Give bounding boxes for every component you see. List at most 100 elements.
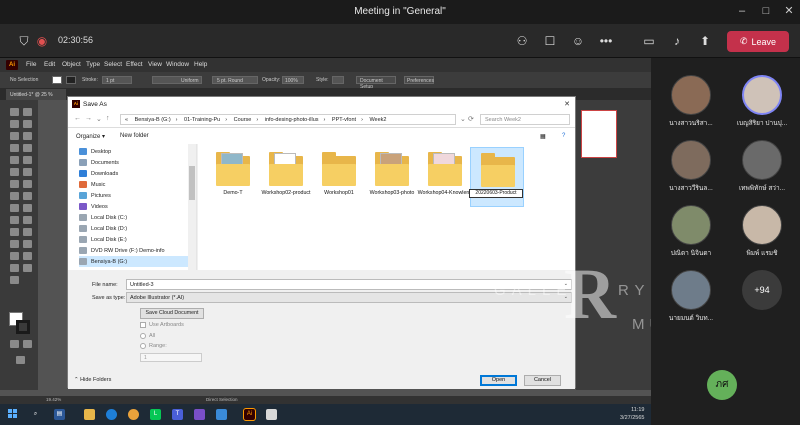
use-artboards-option[interactable]: Use Artboards	[140, 322, 184, 328]
use-artboards-checkbox[interactable]	[140, 322, 146, 328]
participant-tile[interactable]: นายมนต์ วิบท...	[656, 270, 726, 325]
participant-tile[interactable]: เทพพิทักษ์ สว่า...	[727, 140, 797, 195]
forward-arrow-icon[interactable]: →	[85, 115, 92, 122]
folder-item[interactable]: Workshop01	[314, 150, 364, 212]
brush-select[interactable]: 5 pt. Round	[212, 76, 258, 84]
perspective-grid-tool-icon[interactable]	[23, 204, 32, 212]
direct-selection-tool-icon[interactable]	[23, 108, 32, 116]
participant-tile[interactable]: นางสาววีรินล...	[656, 140, 726, 195]
rectangle-tool-icon[interactable]	[10, 156, 19, 164]
breadcrumb-info-design[interactable]: info-desing-photo-illus	[265, 117, 319, 123]
recent-dropdown-icon[interactable]: ⌄	[96, 115, 102, 123]
close-icon[interactable]: ✕	[782, 4, 796, 18]
notepad-icon[interactable]	[266, 409, 277, 420]
nav-item-local-disk-e[interactable]: Local Disk (E:)	[79, 234, 189, 245]
path-dropdown-icon[interactable]: ⌄	[460, 115, 466, 123]
save-type-select[interactable]: Adobe Illustrator (*.AI) ⌄	[126, 292, 572, 303]
fill-swatch[interactable]	[52, 76, 62, 84]
mesh-tool-icon[interactable]	[10, 216, 19, 224]
nav-item-desktop[interactable]: Desktop	[79, 146, 189, 157]
menu-edit[interactable]: Edit	[44, 61, 55, 68]
up-arrow-icon[interactable]: ↑	[106, 115, 110, 122]
path-breadcrumb[interactable]: « Bensiya-B (G:) › 01-Training-Pu › Course…	[120, 114, 456, 125]
chevron-down-icon[interactable]: ⌄	[564, 281, 568, 287]
participant-tile[interactable]: พิมพ์ แรมชิ	[727, 205, 797, 260]
onenote-icon[interactable]	[194, 409, 205, 420]
pen-tool-icon[interactable]	[10, 132, 19, 140]
folder-item[interactable]: Workshop03-photo	[367, 150, 417, 212]
photos-icon[interactable]	[216, 409, 227, 420]
mic-off-icon[interactable]: ♪	[669, 33, 685, 49]
nav-item-downloads[interactable]: Downloads	[79, 168, 189, 179]
screen-mode-icon[interactable]	[23, 340, 32, 348]
curvature-tool-icon[interactable]	[23, 132, 32, 140]
shape-builder-tool-icon[interactable]	[10, 204, 19, 212]
menu-type[interactable]: Type	[86, 61, 100, 68]
hand-tool-icon[interactable]	[10, 264, 19, 272]
chrome-icon[interactable]	[128, 409, 139, 420]
line-app-icon[interactable]: L	[150, 409, 161, 420]
range-radio[interactable]	[140, 343, 146, 349]
artboard-tool-icon[interactable]	[10, 252, 19, 260]
nav-scrollbar[interactable]	[188, 144, 196, 270]
rotate-tool-icon[interactable]	[10, 180, 19, 188]
nav-item-pictures[interactable]: Pictures	[79, 190, 189, 201]
maximize-icon[interactable]: □	[759, 4, 773, 18]
teams-icon[interactable]: T	[172, 409, 183, 420]
draw-mode-icon[interactable]	[10, 340, 19, 348]
document-tab[interactable]: Untitled-1* @ 25 %	[6, 89, 66, 100]
nav-item-videos[interactable]: Videos	[79, 201, 189, 212]
menu-effect[interactable]: Effect	[126, 61, 143, 68]
dialog-close-icon[interactable]: ✕	[564, 100, 570, 108]
breadcrumb-course[interactable]: Course	[234, 117, 252, 123]
nav-item-bensiya-g[interactable]: Bensiya-B (G:)	[79, 256, 189, 267]
nav-scrollbar-thumb[interactable]	[189, 166, 195, 200]
folder-item[interactable]: Demo-T	[208, 150, 258, 212]
width-tool-icon[interactable]	[10, 192, 19, 200]
range-input[interactable]: 1	[140, 353, 202, 362]
all-radio[interactable]	[140, 333, 146, 339]
illustrator-taskbar-icon[interactable]: Ai	[243, 408, 256, 421]
pencil-tool-icon[interactable]	[10, 168, 19, 176]
participant-tile[interactable]: ปณิดา นิจินดา	[656, 205, 726, 260]
free-transform-tool-icon[interactable]	[23, 192, 32, 200]
type-tool-icon[interactable]	[10, 144, 19, 152]
symbol-sprayer-tool-icon[interactable]	[10, 240, 19, 248]
reactions-icon[interactable]: ☺	[570, 33, 586, 49]
breadcrumb-drive[interactable]: Bensiya-B (G:)	[135, 117, 171, 123]
artboard-thumbnail[interactable]	[581, 110, 617, 158]
scale-tool-icon[interactable]	[23, 180, 32, 188]
selection-tool-icon[interactable]	[10, 108, 19, 116]
new-folder-button[interactable]: New folder	[120, 133, 149, 139]
breadcrumb-ppt-vfont[interactable]: PPT-vfont	[332, 117, 356, 123]
minimize-icon[interactable]: –	[735, 4, 749, 18]
column-graph-tool-icon[interactable]	[23, 240, 32, 248]
file-explorer-icon[interactable]	[84, 409, 95, 420]
lasso-tool-icon[interactable]	[23, 120, 32, 128]
chat-icon[interactable]: ☐	[542, 33, 558, 49]
save-cloud-document-button[interactable]: Save Cloud Document	[140, 308, 204, 319]
edit-toolbar-icon[interactable]	[10, 276, 19, 284]
view-options-icon[interactable]: ▦	[540, 133, 546, 140]
paintbrush-tool-icon[interactable]	[23, 156, 32, 164]
line-tool-icon[interactable]	[23, 144, 32, 152]
menu-object[interactable]: Object	[62, 61, 81, 68]
nav-item-documents[interactable]: Documents	[79, 157, 189, 168]
cancel-button[interactable]: Cancel	[524, 375, 561, 386]
search-icon[interactable]: ⌕	[30, 409, 41, 420]
document-setup-button[interactable]: Document Setup	[356, 76, 396, 90]
eyedropper-tool-icon[interactable]	[10, 228, 19, 236]
stroke-swatch[interactable]	[66, 76, 76, 84]
leave-button[interactable]: ✆ Leave	[727, 31, 789, 52]
open-button[interactable]: Open	[480, 375, 517, 386]
slice-tool-icon[interactable]	[23, 252, 32, 260]
zoom-tool-icon[interactable]	[23, 264, 32, 272]
task-view-icon[interactable]: ▤	[54, 409, 65, 420]
camera-off-icon[interactable]: ▭	[641, 33, 657, 49]
blend-tool-icon[interactable]	[23, 228, 32, 236]
menu-help[interactable]: Help	[194, 61, 207, 68]
more-tools-icon[interactable]	[16, 356, 25, 364]
breadcrumb-training[interactable]: 01-Training-Pu	[184, 117, 220, 123]
preferences-button[interactable]: Preferences	[404, 76, 434, 84]
nav-item-music[interactable]: Music	[79, 179, 189, 190]
